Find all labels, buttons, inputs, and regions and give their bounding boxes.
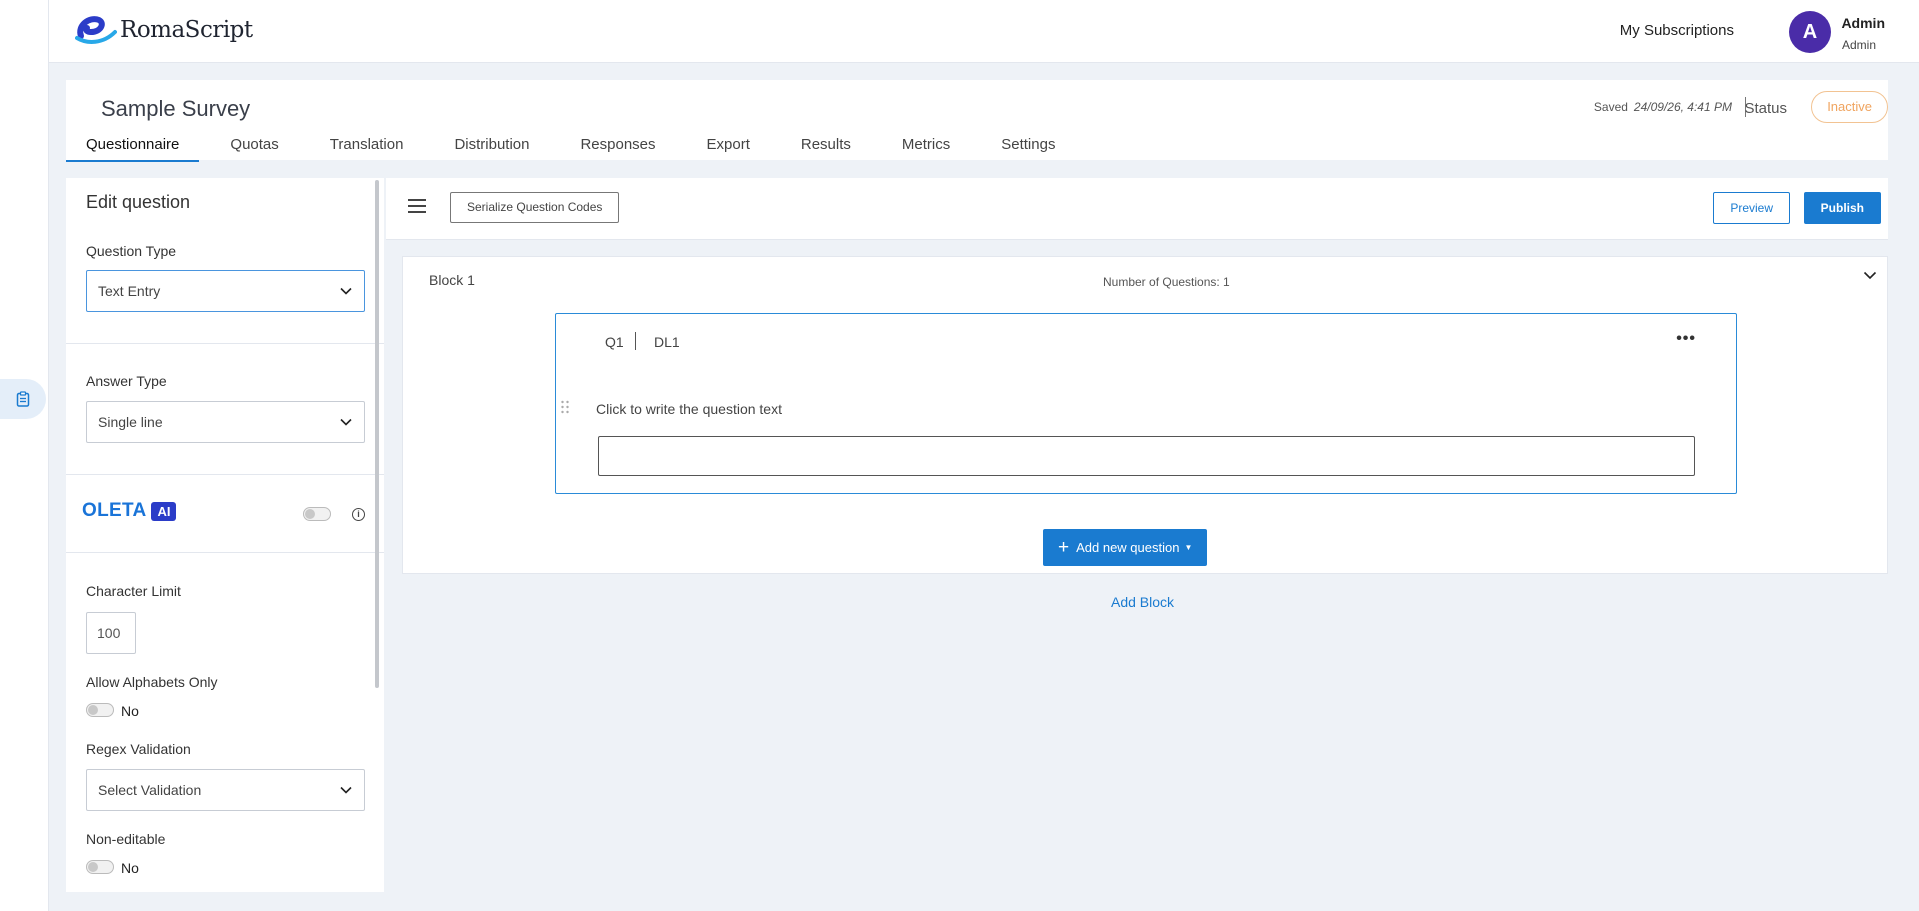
character-limit-label: Character Limit: [86, 583, 181, 599]
section-divider: [66, 474, 384, 475]
question-text[interactable]: Click to write the question text: [596, 401, 782, 417]
question-count: Number of Questions: 1: [1103, 275, 1230, 289]
questionnaire-main: Serialize Question Codes Preview Publish…: [386, 178, 1888, 892]
edit-question-title: Edit question: [86, 192, 191, 212]
info-icon[interactable]: i: [352, 508, 365, 521]
question-block: Block 1 Number of Questions: 1 Q1 DL1 ••…: [402, 256, 1888, 574]
edit-question-panel: Edit question Question Type Text Entry A…: [66, 178, 384, 892]
tab-translation[interactable]: Translation: [310, 136, 424, 160]
non-editable-label: Non-editable: [86, 831, 166, 847]
add-block-link[interactable]: Add Block: [1111, 594, 1174, 610]
question-type-label: Question Type: [86, 243, 177, 259]
block-title: Block 1: [429, 272, 475, 288]
panel-scrollbar[interactable]: [375, 180, 379, 688]
drag-handle-icon[interactable]: [560, 400, 570, 414]
answer-type-value: Single line: [98, 414, 163, 430]
survey-titlebar: Sample Survey Saved 24/09/26, 4:41 PM Sta…: [66, 80, 1888, 162]
logo[interactable]: RomaScript: [75, 14, 253, 46]
menu-icon[interactable]: [408, 199, 426, 213]
survey-tabs: Questionnaire Quotas Translation Distrib…: [66, 136, 1086, 162]
question-code: DL1: [654, 334, 680, 350]
user-name: Admin: [1841, 15, 1885, 31]
status-badge[interactable]: Inactive: [1811, 91, 1888, 123]
tab-responses[interactable]: Responses: [560, 136, 675, 160]
section-divider: [66, 343, 384, 344]
regex-validation-label: Regex Validation: [86, 741, 191, 757]
non-editable-toggle[interactable]: [86, 860, 114, 874]
user-role: Admin: [1841, 38, 1876, 52]
oleta-text: OLETA: [82, 500, 147, 521]
answer-text-input[interactable]: [598, 436, 1695, 476]
chevron-down-icon: [340, 287, 352, 295]
tab-settings[interactable]: Settings: [981, 136, 1075, 160]
add-new-question-button[interactable]: + Add new question ▼: [1043, 529, 1208, 566]
caret-down-icon: ▼: [1184, 543, 1193, 552]
ai-badge: AI: [151, 501, 177, 521]
tab-questionnaire[interactable]: Questionnaire: [66, 136, 200, 162]
saved-label: Saved: [1593, 100, 1628, 114]
top-header: RomaScript My Subscriptions A Admin Admi…: [49, 0, 1919, 63]
alphabets-only-value: No: [121, 703, 139, 719]
tab-quotas[interactable]: Quotas: [210, 136, 298, 160]
tab-results[interactable]: Results: [781, 136, 871, 160]
add-new-question-label: Add new question: [1076, 540, 1180, 555]
chevron-down-icon: [340, 418, 352, 426]
rail-item-questionnaire[interactable]: [0, 379, 46, 419]
tab-export[interactable]: Export: [687, 136, 770, 160]
question-type-value: Text Entry: [98, 283, 161, 299]
tab-distribution[interactable]: Distribution: [434, 136, 549, 160]
question-card[interactable]: Q1 DL1 ••• Click to write the question t…: [555, 313, 1737, 494]
answer-type-label: Answer Type: [86, 373, 167, 389]
survey-title: Sample Survey: [101, 96, 251, 121]
avatar[interactable]: A: [1789, 11, 1831, 53]
my-subscriptions-link[interactable]: My Subscriptions: [1620, 22, 1734, 39]
chevron-down-icon: [340, 786, 352, 794]
chevron-down-icon[interactable]: [1863, 271, 1877, 280]
answer-type-select[interactable]: Single line: [86, 401, 365, 443]
logo-text: RomaScript: [120, 17, 253, 43]
oleta-ai-logo: OLETA AI: [82, 500, 177, 522]
character-limit-input[interactable]: 100: [86, 612, 136, 654]
status-label: Status: [1744, 100, 1787, 117]
question-type-select[interactable]: Text Entry: [86, 270, 365, 312]
non-editable-value: No: [121, 860, 139, 876]
publish-button[interactable]: Publish: [1803, 192, 1881, 224]
saved-time: 24/09/26, 4:41 PM: [1633, 100, 1732, 114]
questionnaire-toolbar: Serialize Question Codes Preview Publish: [386, 178, 1888, 240]
left-rail: [0, 0, 49, 911]
tab-metrics[interactable]: Metrics: [882, 136, 970, 160]
alphabets-only-label: Allow Alphabets Only: [86, 674, 218, 690]
section-divider: [66, 552, 384, 553]
serialize-question-codes-button[interactable]: Serialize Question Codes: [450, 192, 620, 223]
preview-button[interactable]: Preview: [1713, 192, 1790, 224]
regex-validation-placeholder: Select Validation: [98, 782, 202, 798]
clipboard-icon: [16, 391, 30, 407]
plus-icon: +: [1058, 537, 1070, 558]
oleta-ai-toggle[interactable]: [303, 507, 331, 521]
alphabets-only-toggle[interactable]: [86, 703, 114, 717]
saved-status: Saved 24/09/26, 4:41 PM: [1594, 100, 1732, 114]
regex-validation-select[interactable]: Select Validation: [86, 769, 365, 811]
logo-mark-icon: [75, 16, 117, 44]
more-options-icon[interactable]: •••: [1676, 330, 1696, 348]
question-id: Q1: [605, 334, 624, 350]
question-id-divider: [635, 332, 636, 350]
